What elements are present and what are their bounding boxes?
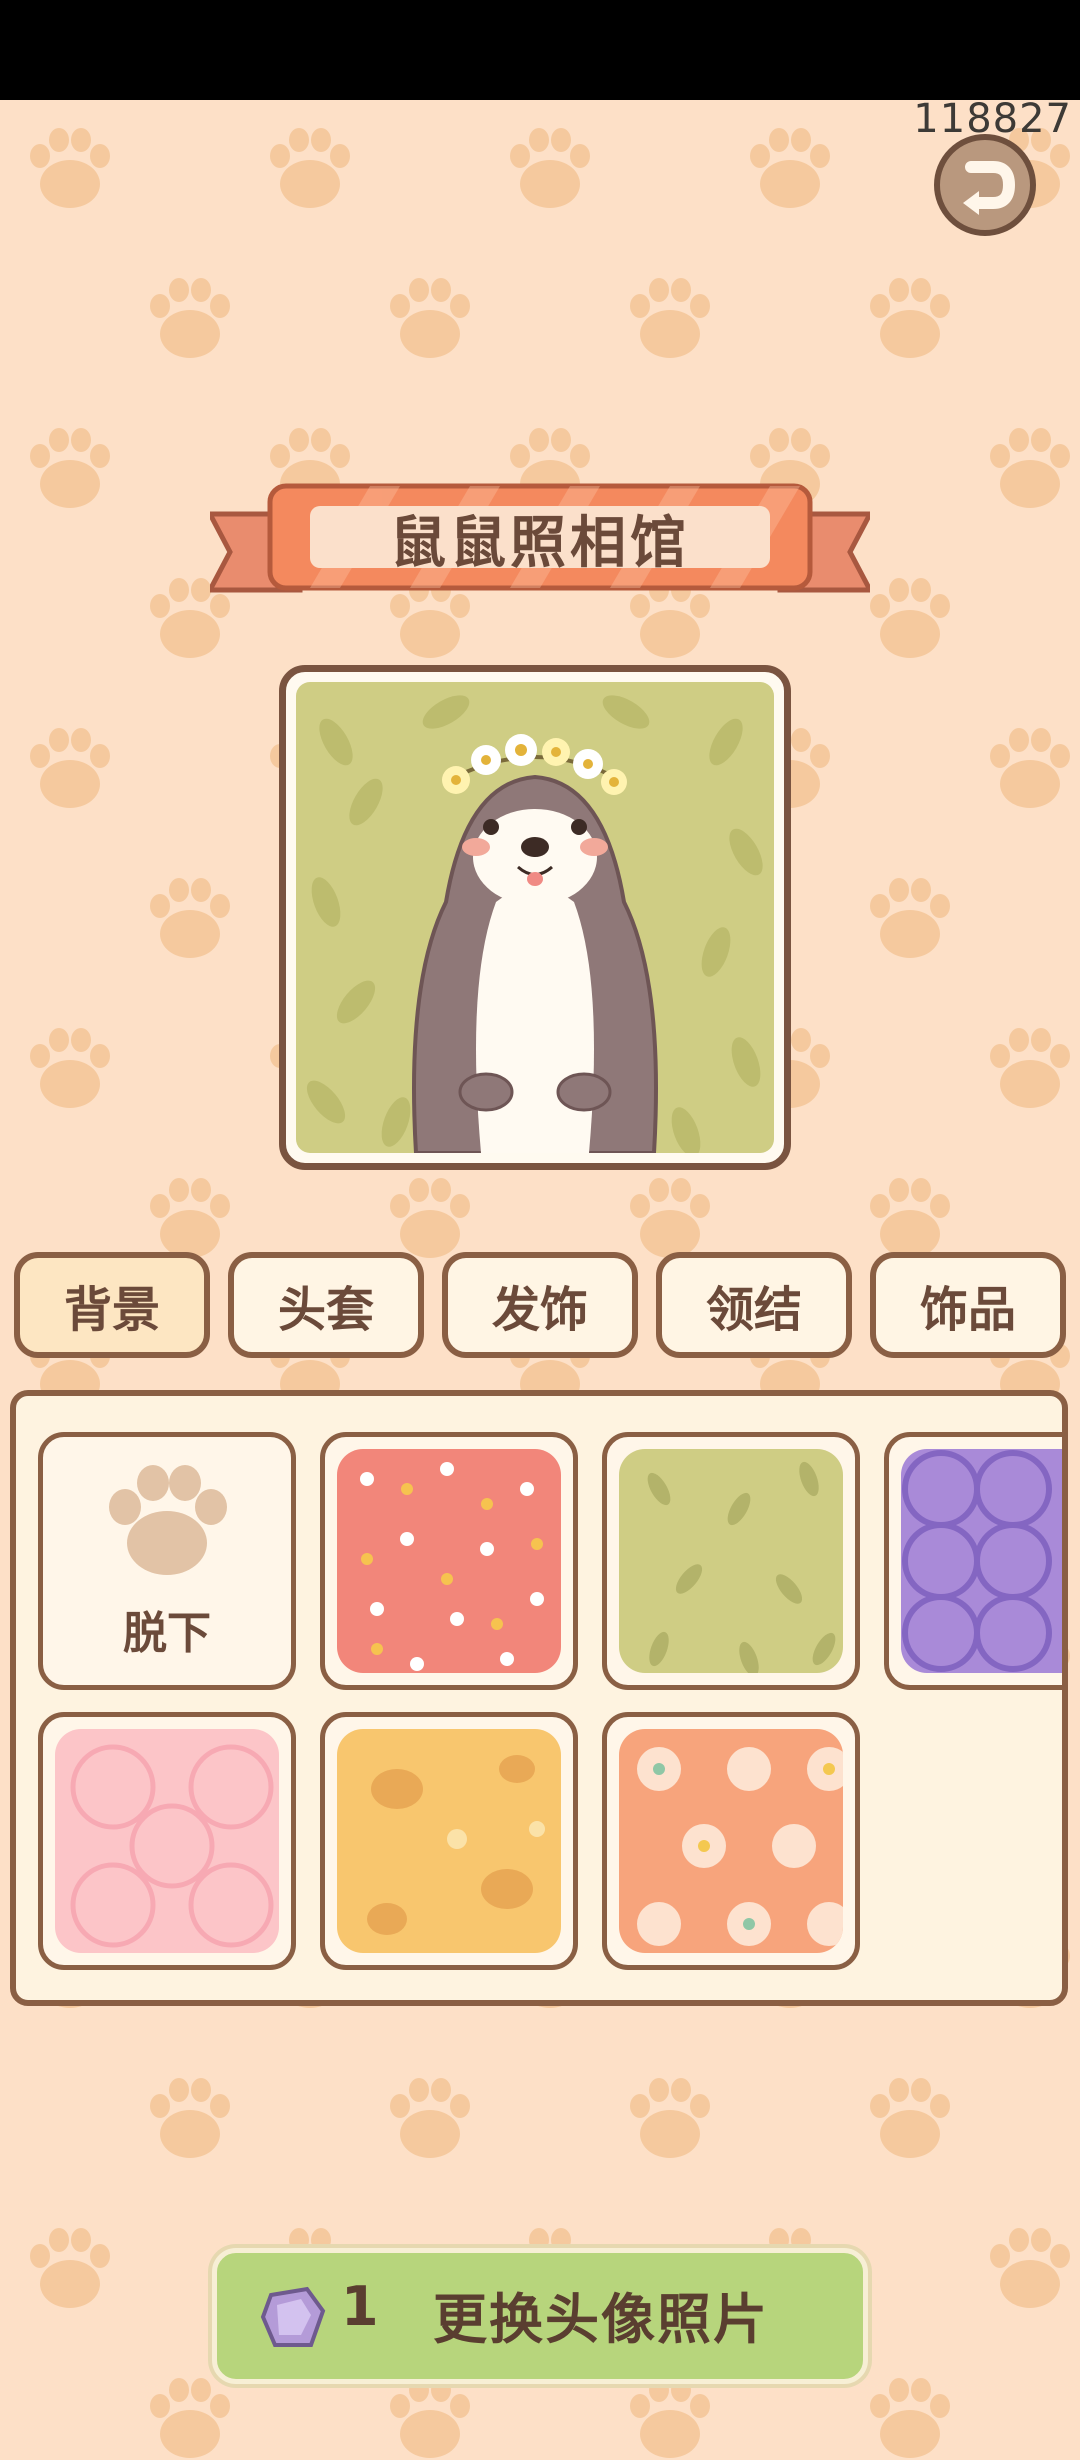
paw-print-decoration <box>630 2378 710 2458</box>
item-grid-panel: 脱下 <box>10 1390 1068 2006</box>
paw-print-decoration <box>870 278 950 358</box>
hearts-pattern-icon <box>360 1462 544 1671</box>
paw-print-decoration <box>990 1028 1070 1108</box>
paw-print-decoration <box>30 1028 110 1108</box>
paw-print-decoration <box>270 128 350 208</box>
paw-print-decoration <box>390 2078 470 2158</box>
paw-icon <box>109 1465 227 1575</box>
status-bar <box>0 0 1080 100</box>
paw-print-decoration <box>870 1178 950 1258</box>
crystal-gem-icon <box>260 2286 326 2347</box>
paw-print-decoration <box>390 1178 470 1258</box>
paw-print-decoration <box>990 728 1070 808</box>
paw-print-decoration <box>390 2378 470 2458</box>
paw-print-decoration <box>150 878 230 958</box>
otter-character-image <box>296 682 774 1153</box>
background-item-purple-floral[interactable] <box>884 1432 1062 1690</box>
remove-item-button[interactable]: 脱下 <box>38 1432 296 1690</box>
background-item-yellow-paws[interactable] <box>320 1712 578 1970</box>
paw-print-decoration <box>870 878 950 958</box>
flowers-pattern-icon <box>637 1747 843 1946</box>
background-item-orange-flowers[interactable] <box>602 1712 860 1970</box>
tab-headwear[interactable]: 头套 <box>228 1252 424 1358</box>
paw-print-decoration <box>870 2378 950 2458</box>
back-button[interactable] <box>933 133 1037 237</box>
paw-print-decoration <box>150 278 230 358</box>
tab-accessories[interactable]: 饰品 <box>870 1252 1066 1358</box>
change-avatar-photo-button[interactable]: 1 更换头像照片 <box>212 2248 868 2384</box>
category-tabs: 背景 头套 发饰 领结 饰品 <box>14 1252 1074 1362</box>
paw-print-decoration <box>30 128 110 208</box>
background-item-coral-hearts[interactable] <box>320 1432 578 1690</box>
lattice-pattern-icon <box>70 1744 274 1948</box>
tab-hair-accessory[interactable]: 发饰 <box>442 1252 638 1358</box>
avatar-preview <box>296 682 774 1153</box>
paw-print-decoration <box>630 2078 710 2158</box>
paw-print-decoration <box>870 2078 950 2158</box>
change-avatar-label: 更换头像照片 <box>433 2288 769 2351</box>
floral-lattice-icon <box>902 1450 1052 1672</box>
tab-background[interactable]: 背景 <box>14 1252 210 1358</box>
paw-print-decoration <box>990 2228 1070 2308</box>
gem-cost: 1 <box>341 2275 379 2338</box>
paw-print-decoration <box>630 1178 710 1258</box>
paw-print-decoration <box>150 2078 230 2158</box>
paw-print-decoration <box>390 278 470 358</box>
paw-print-decoration <box>750 128 830 208</box>
paw-print-decoration <box>510 128 590 208</box>
page-title: 鼠鼠照相馆 <box>390 510 690 576</box>
back-arrow-icon <box>934 134 1036 236</box>
paws-pattern-icon <box>367 1755 545 1935</box>
paw-print-decoration <box>150 2378 230 2458</box>
leaves-pattern-icon <box>647 1461 836 1673</box>
paw-print-decoration <box>30 728 110 808</box>
paw-print-decoration <box>990 428 1070 508</box>
paw-print-decoration <box>870 578 950 658</box>
paw-print-decoration <box>30 2228 110 2308</box>
background-item-olive-leaves[interactable] <box>602 1432 860 1690</box>
background-item-pink-lattice[interactable] <box>38 1712 296 1970</box>
paw-print-decoration <box>30 428 110 508</box>
paw-print-decoration <box>150 1178 230 1258</box>
remove-label: 脱下 <box>123 1608 211 1659</box>
avatar-photo-frame <box>279 665 791 1170</box>
tab-bow-tie[interactable]: 领结 <box>656 1252 852 1358</box>
paw-print-decoration <box>630 278 710 358</box>
